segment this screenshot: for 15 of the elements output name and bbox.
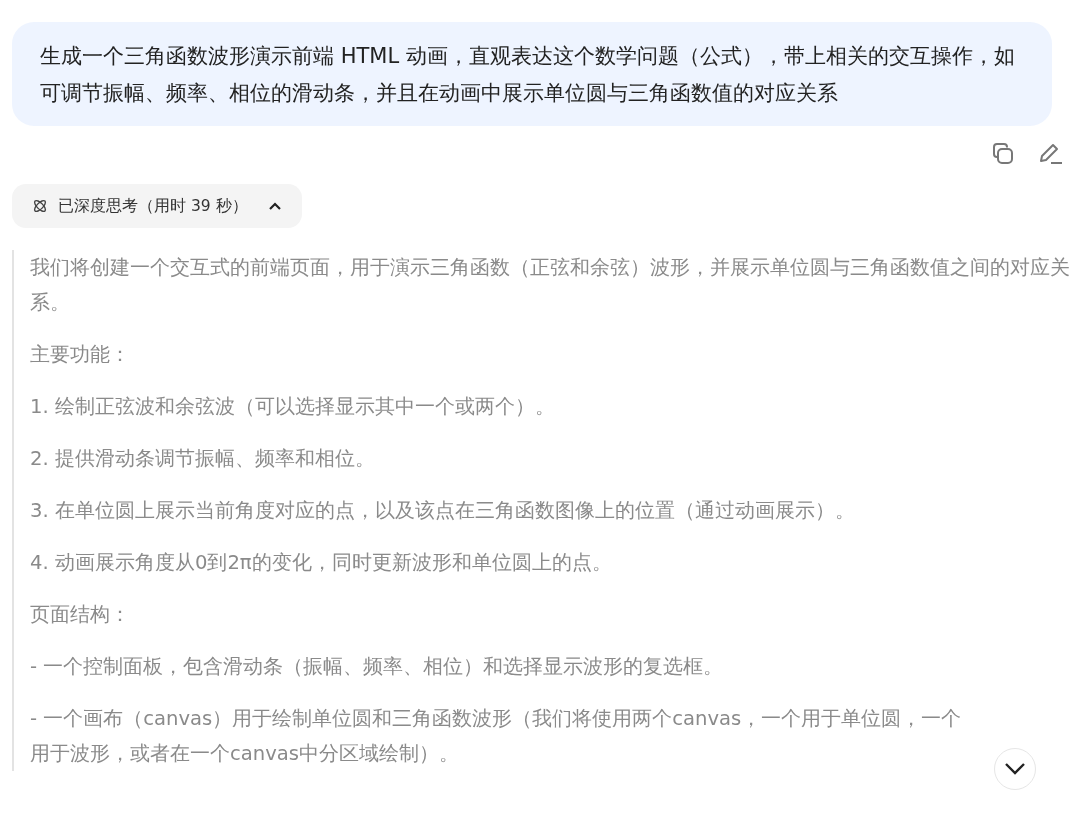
thinking-paragraph: 页面结构： [30,602,131,628]
caret-icon [267,201,282,211]
thinking-paragraph: 1. 绘制正弦波和余弦波（可以选择显示其中一个或两个）。 [30,394,556,420]
thinking-paragraph: 2. 提供滑动条调节振幅、频率和相位。 [30,446,376,472]
scroll-down-button[interactable] [994,748,1036,790]
thinking-paragraph: 4. 动画展示角度从0到2π的变化，同时更新波形和单位圆上的点。 [30,550,613,576]
atom-icon [32,198,48,214]
thinking-paragraph: 我们将创建一个交互式的前端页面，用于演示三角函数（正弦和余弦）波形，并展示单位圆与三角函数值之间的对应关系。 [30,255,1070,316]
thinking-paragraph: 主要功能： [30,342,131,368]
user-message: 生成一个三角函数波形演示前端 HTML 动画，直观表达这个数学问题（公式），带上相关的交互操作，如可调节振幅、频率、相位的滑动条，并且在动画中展示单位圆与三角函数值的对应关系 [12,22,1052,126]
thinking-paragraph: 3. 在单位圆上展示当前角度对应的点，以及该点在三角函数图像上的位置（通过动画展示）。 [30,498,856,524]
thinking-toggle[interactable]: 已深度思考（用时 39 秒） [12,184,302,228]
thinking-paragraph: - 一个控制面板，包含滑动条（振幅、频率、相位）和选择显示波形的复选框。 [30,654,725,680]
chevron-down-icon [1004,762,1026,776]
thinking-paragraph: - 一个画布（canvas）用于绘制单位圆和三角函数波形（我们将使用两个canvas，一个用于单位圆，一个用于波形，或者在一个canvas中分区域绘制）。 [30,706,963,767]
